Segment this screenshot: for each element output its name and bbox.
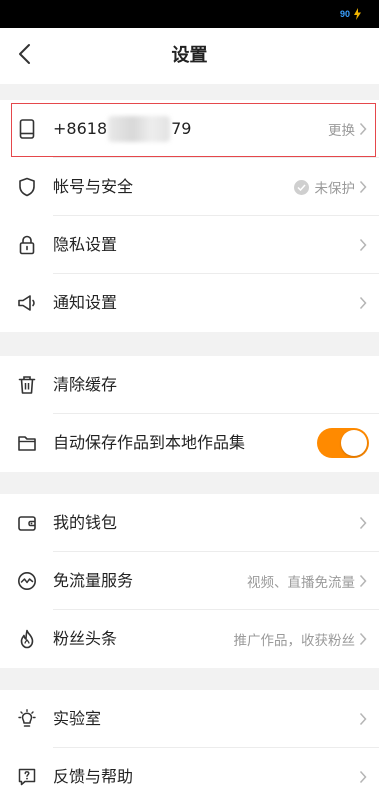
wallet-icon [17, 513, 37, 533]
chevron-right-icon [359, 712, 367, 726]
chevron-right-icon [359, 296, 367, 310]
auto-save-toggle[interactable] [317, 428, 369, 458]
phone-number: +8618 79 [53, 100, 191, 158]
phone-number-prefix: +8618 [53, 119, 108, 138]
chevron-right-icon [359, 122, 367, 136]
megaphone-icon [17, 293, 37, 313]
privacy-settings-label: 隐私设置 [53, 235, 118, 254]
services-group: 我的钱包 免流量服务 视频、直播免流量 粉丝头条 推广作品，收获粉丝 [0, 494, 379, 668]
lab-row[interactable]: 实验室 [0, 690, 379, 748]
trash-icon [17, 375, 37, 395]
auto-save-label: 自动保存作品到本地作品集 [53, 433, 246, 452]
lab-label: 实验室 [53, 709, 102, 728]
feedback-help-row[interactable]: 反馈与帮助 [0, 748, 379, 806]
chevron-right-icon [359, 180, 367, 194]
lightbulb-icon [17, 709, 37, 729]
account-security-row[interactable]: 帐号与安全 未保护 [0, 158, 379, 216]
feedback-help-label: 反馈与帮助 [53, 767, 134, 786]
chevron-right-icon [359, 770, 367, 784]
account-security-label: 帐号与安全 [53, 177, 134, 196]
phone-number-suffix: 79 [171, 119, 192, 138]
pulse-icon [17, 571, 37, 591]
free-data-hint: 视频、直播免流量 [247, 575, 355, 591]
charging-icon [354, 8, 361, 20]
help-icon [17, 767, 37, 787]
header-bar: 设置 [0, 28, 379, 84]
wallet-label: 我的钱包 [53, 513, 118, 532]
phone-number-row[interactable]: +8618 79 更换 [0, 100, 379, 158]
phone-icon [17, 119, 37, 139]
free-data-row[interactable]: 免流量服务 视频、直播免流量 [0, 552, 379, 610]
chevron-right-icon [359, 238, 367, 252]
change-phone-label: 更换 [328, 123, 355, 139]
account-settings-group: +8618 79 更换 帐号与安全 未保护 隐私设置 通知设置 [0, 100, 379, 332]
notification-settings-label: 通知设置 [53, 293, 118, 312]
privacy-settings-row[interactable]: 隐私设置 [0, 216, 379, 274]
clear-cache-label: 清除缓存 [53, 375, 118, 394]
lab-help-group: 实验室 反馈与帮助 [0, 690, 379, 806]
free-data-label: 免流量服务 [53, 571, 134, 590]
fan-headline-hint: 推广作品，收获粉丝 [233, 633, 356, 649]
folder-icon [17, 433, 37, 453]
status-bar: 90 [0, 0, 379, 28]
security-status: 未保护 [314, 181, 356, 197]
clear-cache-row[interactable]: 清除缓存 [0, 356, 379, 414]
chevron-right-icon [359, 574, 367, 588]
phone-number-mask [108, 116, 171, 142]
battery-indicator: 90 [340, 8, 361, 20]
wallet-row[interactable]: 我的钱包 [0, 494, 379, 552]
flame-icon [17, 629, 37, 649]
page-title: 设置 [171, 45, 208, 66]
fan-headline-row[interactable]: 粉丝头条 推广作品，收获粉丝 [0, 610, 379, 668]
toggle-knob [341, 430, 367, 456]
auto-save-row: 自动保存作品到本地作品集 [0, 414, 379, 472]
fan-headline-label: 粉丝头条 [53, 629, 118, 648]
check-circle-icon [293, 179, 309, 195]
lock-icon [17, 235, 37, 255]
shield-icon [17, 177, 37, 197]
storage-settings-group: 清除缓存 自动保存作品到本地作品集 [0, 356, 379, 472]
chevron-right-icon [359, 632, 367, 646]
notification-settings-row[interactable]: 通知设置 [0, 274, 379, 332]
battery-level: 90 [339, 9, 350, 19]
chevron-right-icon [359, 516, 367, 530]
